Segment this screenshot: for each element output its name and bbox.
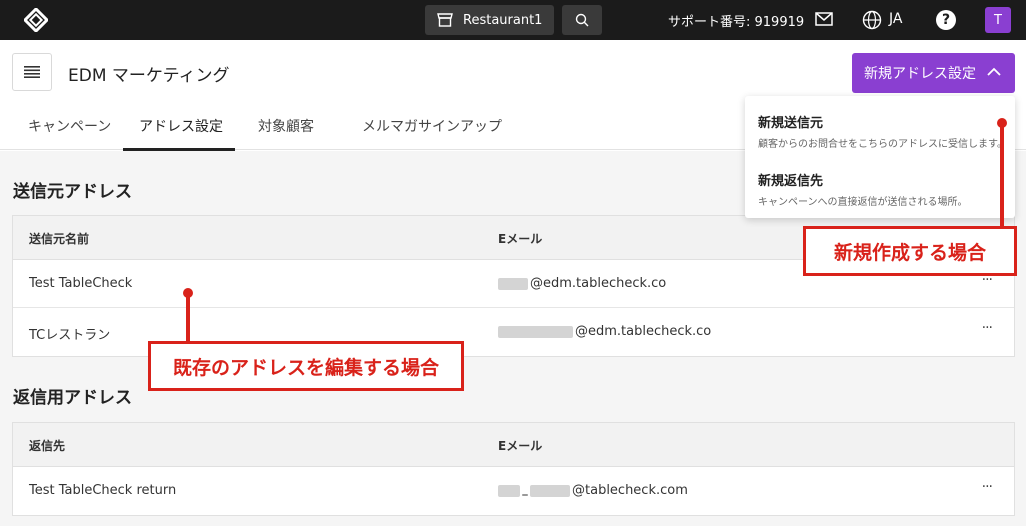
underscore-glyph [522, 493, 528, 496]
chevron-up-icon [987, 67, 1001, 76]
column-header-email: Eメール [498, 232, 543, 246]
restaurant-selector-button[interactable]: Restaurant1 [425, 5, 554, 35]
new-address-label: 新規アドレス設定 [864, 66, 976, 82]
redacted-text [498, 325, 573, 338]
annotation-new-case: 新規作成する場合 [803, 226, 1017, 276]
annotation-line [1000, 123, 1004, 227]
reply-section-title: 返信用アドレス [13, 388, 132, 408]
dropdown-item-description: 顧客からのお問合せをこちらのアドレスに受信します。 [758, 139, 1007, 150]
new-address-dropdown: 新規送信元 顧客からのお問合せをこちらのアドレスに受信します。 新規返信先 キャ… [745, 96, 1015, 218]
menu-button[interactable] [12, 53, 52, 91]
tab-newsletter-signup[interactable]: メルマガサインアップ [362, 116, 502, 136]
table-row[interactable]: Test TableCheck return @tablecheck.com ·… [13, 467, 1014, 515]
help-icon[interactable]: ? [936, 10, 956, 30]
new-address-button[interactable]: 新規アドレス設定 [852, 53, 1015, 93]
email-domain: @edm.tablecheck.co [530, 276, 667, 291]
more-options-icon[interactable]: ··· [982, 479, 993, 495]
sender-email: @edm.tablecheck.co [498, 276, 666, 291]
redacted-text [530, 484, 570, 497]
search-icon [575, 13, 589, 27]
annotation-line [186, 293, 190, 341]
sender-section-title: 送信元アドレス [13, 182, 132, 202]
globe-icon[interactable] [862, 10, 882, 30]
reply-email: @tablecheck.com [498, 483, 688, 498]
sender-name: Test TableCheck [29, 276, 133, 291]
search-button[interactable] [562, 5, 602, 35]
store-icon [437, 13, 453, 27]
mail-icon[interactable] [815, 12, 833, 26]
language-selector[interactable]: JA [889, 11, 902, 27]
tab-target-customers[interactable]: 対象顧客 [258, 116, 314, 136]
email-domain: @tablecheck.com [572, 483, 688, 498]
dropdown-item-new-reply-to[interactable]: 新規返信先 キャンペーンへの直接返信が送信される場所。 [758, 170, 968, 208]
redacted-text [498, 277, 528, 290]
restaurant-name: Restaurant1 [463, 12, 543, 28]
dropdown-item-new-sender[interactable]: 新規送信元 顧客からのお問合せをこちらのアドレスに受信します。 [758, 112, 1007, 150]
tablecheck-logo-icon[interactable] [24, 8, 48, 32]
reply-table: 返信先 Eメール Test TableCheck return @tablech… [12, 422, 1015, 516]
reply-table-header: 返信先 Eメール [13, 423, 1014, 467]
annotation-edit-case: 既存のアドレスを編集する場合 [148, 341, 464, 391]
column-header-reply-to: 返信先 [29, 439, 66, 453]
dropdown-item-description: キャンペーンへの直接返信が送信される場所。 [758, 197, 968, 208]
dropdown-item-title: 新規送信元 [758, 116, 824, 131]
column-header-sender-name: 送信元名前 [29, 232, 90, 246]
column-header-email: Eメール [498, 439, 543, 453]
user-avatar[interactable]: T [985, 7, 1011, 33]
support-number: サポート番号: 919919 [668, 15, 805, 30]
hamburger-icon [24, 66, 40, 78]
more-options-icon[interactable]: ··· [982, 320, 993, 336]
page-title: EDM マーケティング [68, 66, 230, 86]
reply-name: Test TableCheck return [29, 483, 177, 498]
sender-name: TCレストラン [29, 328, 111, 343]
email-domain: @edm.tablecheck.co [575, 324, 712, 339]
tab-address-settings[interactable]: アドレス設定 [139, 116, 223, 136]
redacted-text [498, 484, 520, 497]
tab-campaign[interactable]: キャンペーン [28, 116, 111, 136]
sender-email: @edm.tablecheck.co [498, 324, 711, 339]
top-bar: Restaurant1 サポート番号: 919919 JA ? T [0, 0, 1026, 40]
dropdown-item-title: 新規返信先 [758, 174, 824, 189]
